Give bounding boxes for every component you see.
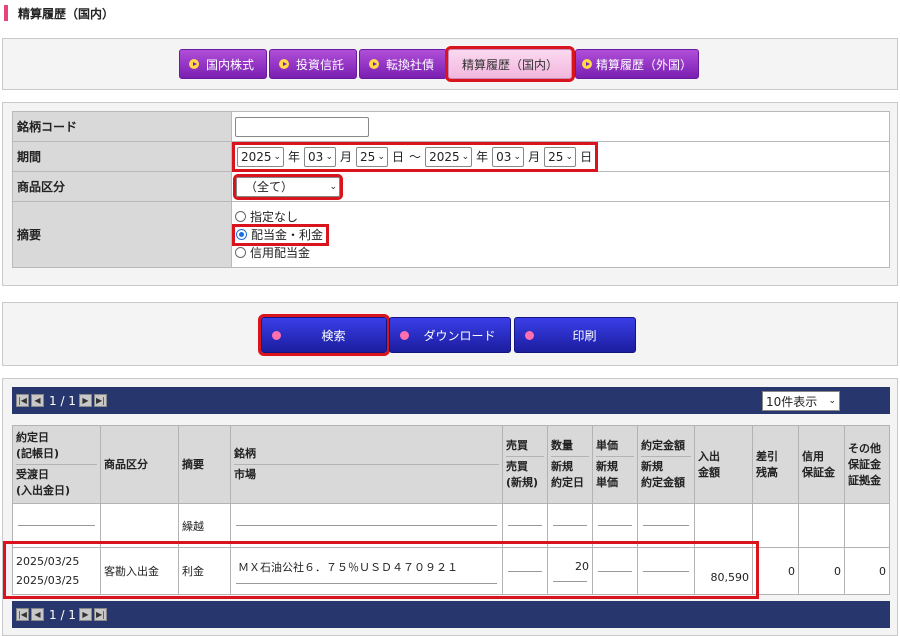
- col-balance: 差引 残高: [752, 425, 799, 504]
- play-circle-icon: [369, 59, 379, 69]
- row-issue: ＭＸ石油公社６．７５％ＵＳＤ４７０９２１: [230, 547, 503, 595]
- tab-domestic-stock[interactable]: 国内株式: [179, 49, 267, 79]
- row-cash: 80,590: [694, 547, 753, 595]
- col-qty: 数量 新規 約定日: [547, 425, 593, 504]
- to-month-select[interactable]: 03 ⌄: [492, 146, 525, 167]
- period-label: 期間: [12, 141, 232, 172]
- first-page-icon[interactable]: |◀: [16, 394, 29, 407]
- tab-label: 転換社債: [386, 57, 435, 72]
- col-date: 約定日 (記帳日) 受渡日 (入出金日): [12, 425, 101, 504]
- row-margin: 0: [798, 547, 845, 595]
- summary-option-dividend[interactable]: 配当金・利金: [231, 223, 330, 246]
- product-label: 商品区分: [12, 171, 232, 202]
- prev-page-icon[interactable]: ◀: [31, 394, 44, 407]
- col-price: 単価 新規 単価: [592, 425, 638, 504]
- carry-row: 繰越: [12, 503, 890, 548]
- search-button[interactable]: 検索: [258, 314, 390, 356]
- play-circle-icon: [582, 59, 592, 69]
- col-other: その他 保証金 証拠金: [844, 425, 890, 504]
- col-margin: 信用 保証金: [798, 425, 845, 504]
- from-year-select[interactable]: 2025 ⌄: [237, 146, 284, 167]
- col-cash: 入出 金額: [694, 425, 753, 504]
- carry-label: 繰越: [178, 503, 231, 548]
- search-form-table: 銘柄コード 期間 2025 ⌄ 年 03 ⌄ 月 25 ⌄ 日 ～ 2025 ⌄ 年 0…: [12, 111, 890, 268]
- play-circle-icon: [279, 59, 289, 69]
- prev-page-icon[interactable]: ◀: [31, 608, 44, 621]
- row-dates: 2025/03/25 2025/03/25: [12, 547, 101, 595]
- play-circle-icon: [189, 59, 199, 69]
- tab-settlement-foreign[interactable]: 精算履歴（外国）: [575, 49, 699, 79]
- per-page-select[interactable]: 10件表示 ⌄: [762, 391, 840, 411]
- period-selector: 2025 ⌄ 年 03 ⌄ 月 25 ⌄ 日 ～ 2025 ⌄ 年 03 ⌄ 月 25 ⌄ …: [231, 141, 599, 172]
- pager-text: 1 / 1: [49, 393, 76, 408]
- col-issue: 銘柄 市場: [230, 425, 503, 504]
- search-form-panel: 銘柄コード 期間 2025 ⌄ 年 03 ⌄ 月 25 ⌄ 日 ～ 2025 ⌄ 年 0…: [2, 102, 898, 286]
- from-month-select[interactable]: 03 ⌄: [304, 146, 337, 167]
- title-accent-bar: [4, 5, 8, 21]
- bullet-icon: [272, 330, 281, 340]
- results-table: 約定日 (記帳日) 受渡日 (入出金日) 商品区分 摘要 銘柄 市場 売買 売買…: [12, 425, 890, 595]
- col-trade: 売買 売買 (新規): [502, 425, 548, 504]
- col-summary: 摘要: [178, 425, 231, 504]
- next-page-icon[interactable]: ▶: [78, 394, 92, 407]
- last-page-icon[interactable]: ▶|: [93, 608, 107, 621]
- radio-icon: [235, 211, 246, 222]
- row-summary: 利金: [178, 547, 231, 595]
- tab-convertible-bond[interactable]: 転換社債: [359, 49, 447, 79]
- col-product: 商品区分: [100, 425, 179, 504]
- code-label: 銘柄コード: [12, 111, 232, 142]
- tab-label: 国内株式: [206, 57, 255, 72]
- row-balance: 0: [752, 547, 799, 595]
- from-day-select[interactable]: 25 ⌄: [356, 146, 389, 167]
- table-row: 2025/03/25 2025/03/25 客勘入出金 利金 ＭＸ石油公社６．７…: [12, 547, 890, 595]
- first-page-icon[interactable]: |◀: [16, 608, 29, 621]
- tab-label: 投資信託: [296, 57, 345, 72]
- next-page-icon[interactable]: ▶: [78, 608, 92, 621]
- tab-panel: 国内株式 投資信託 転換社債 精算履歴（国内） 精算履歴（外国）: [2, 38, 898, 90]
- row-product: 客勘入出金: [100, 547, 179, 595]
- last-page-icon[interactable]: ▶|: [93, 394, 107, 407]
- bullet-icon: [525, 330, 534, 340]
- to-day-select[interactable]: 25 ⌄: [544, 146, 577, 167]
- action-panel: 検索 ダウンロード 印刷: [2, 302, 898, 366]
- tab-label: 精算履歴（国内）: [461, 57, 558, 72]
- page-title-text: 精算履歴（国内）: [18, 6, 115, 21]
- summary-option-margin-dividend[interactable]: 信用配当金: [235, 245, 889, 261]
- summary-label: 摘要: [12, 201, 232, 268]
- pager-text: 1 / 1: [49, 607, 76, 622]
- radio-checked-icon: [236, 229, 247, 240]
- summary-option-none[interactable]: 指定なし: [235, 209, 889, 225]
- bullet-icon: [400, 330, 409, 340]
- table-header-row: 約定日 (記帳日) 受渡日 (入出金日) 商品区分 摘要 銘柄 市場 売買 売買…: [12, 425, 890, 504]
- pager-top: |◀ ◀ 1 / 1 ▶ ▶| 10件表示 ⌄: [12, 387, 890, 414]
- tab-label: 精算履歴（外国）: [596, 57, 693, 72]
- pager-bottom: |◀ ◀ 1 / 1 ▶ ▶|: [12, 601, 890, 628]
- col-amount: 約定金額 新規 約定金額: [637, 425, 695, 504]
- to-year-select[interactable]: 2025 ⌄: [425, 146, 473, 167]
- tab-investment-trust[interactable]: 投資信託: [269, 49, 357, 79]
- radio-icon: [235, 247, 246, 258]
- row-other: 0: [844, 547, 890, 595]
- code-input[interactable]: [235, 116, 369, 137]
- tab-settlement-domestic[interactable]: 精算履歴（国内）: [445, 46, 575, 82]
- product-select[interactable]: （全て） ⌄: [233, 173, 343, 200]
- page-title: 精算履歴（国内）: [4, 5, 114, 21]
- result-panel: |◀ ◀ 1 / 1 ▶ ▶| 10件表示 ⌄ 約定日 (記帳日) 受渡日 (入出…: [2, 378, 898, 636]
- print-button[interactable]: 印刷: [514, 317, 636, 353]
- download-button[interactable]: ダウンロード: [389, 317, 511, 353]
- row-qty: 20: [547, 547, 593, 595]
